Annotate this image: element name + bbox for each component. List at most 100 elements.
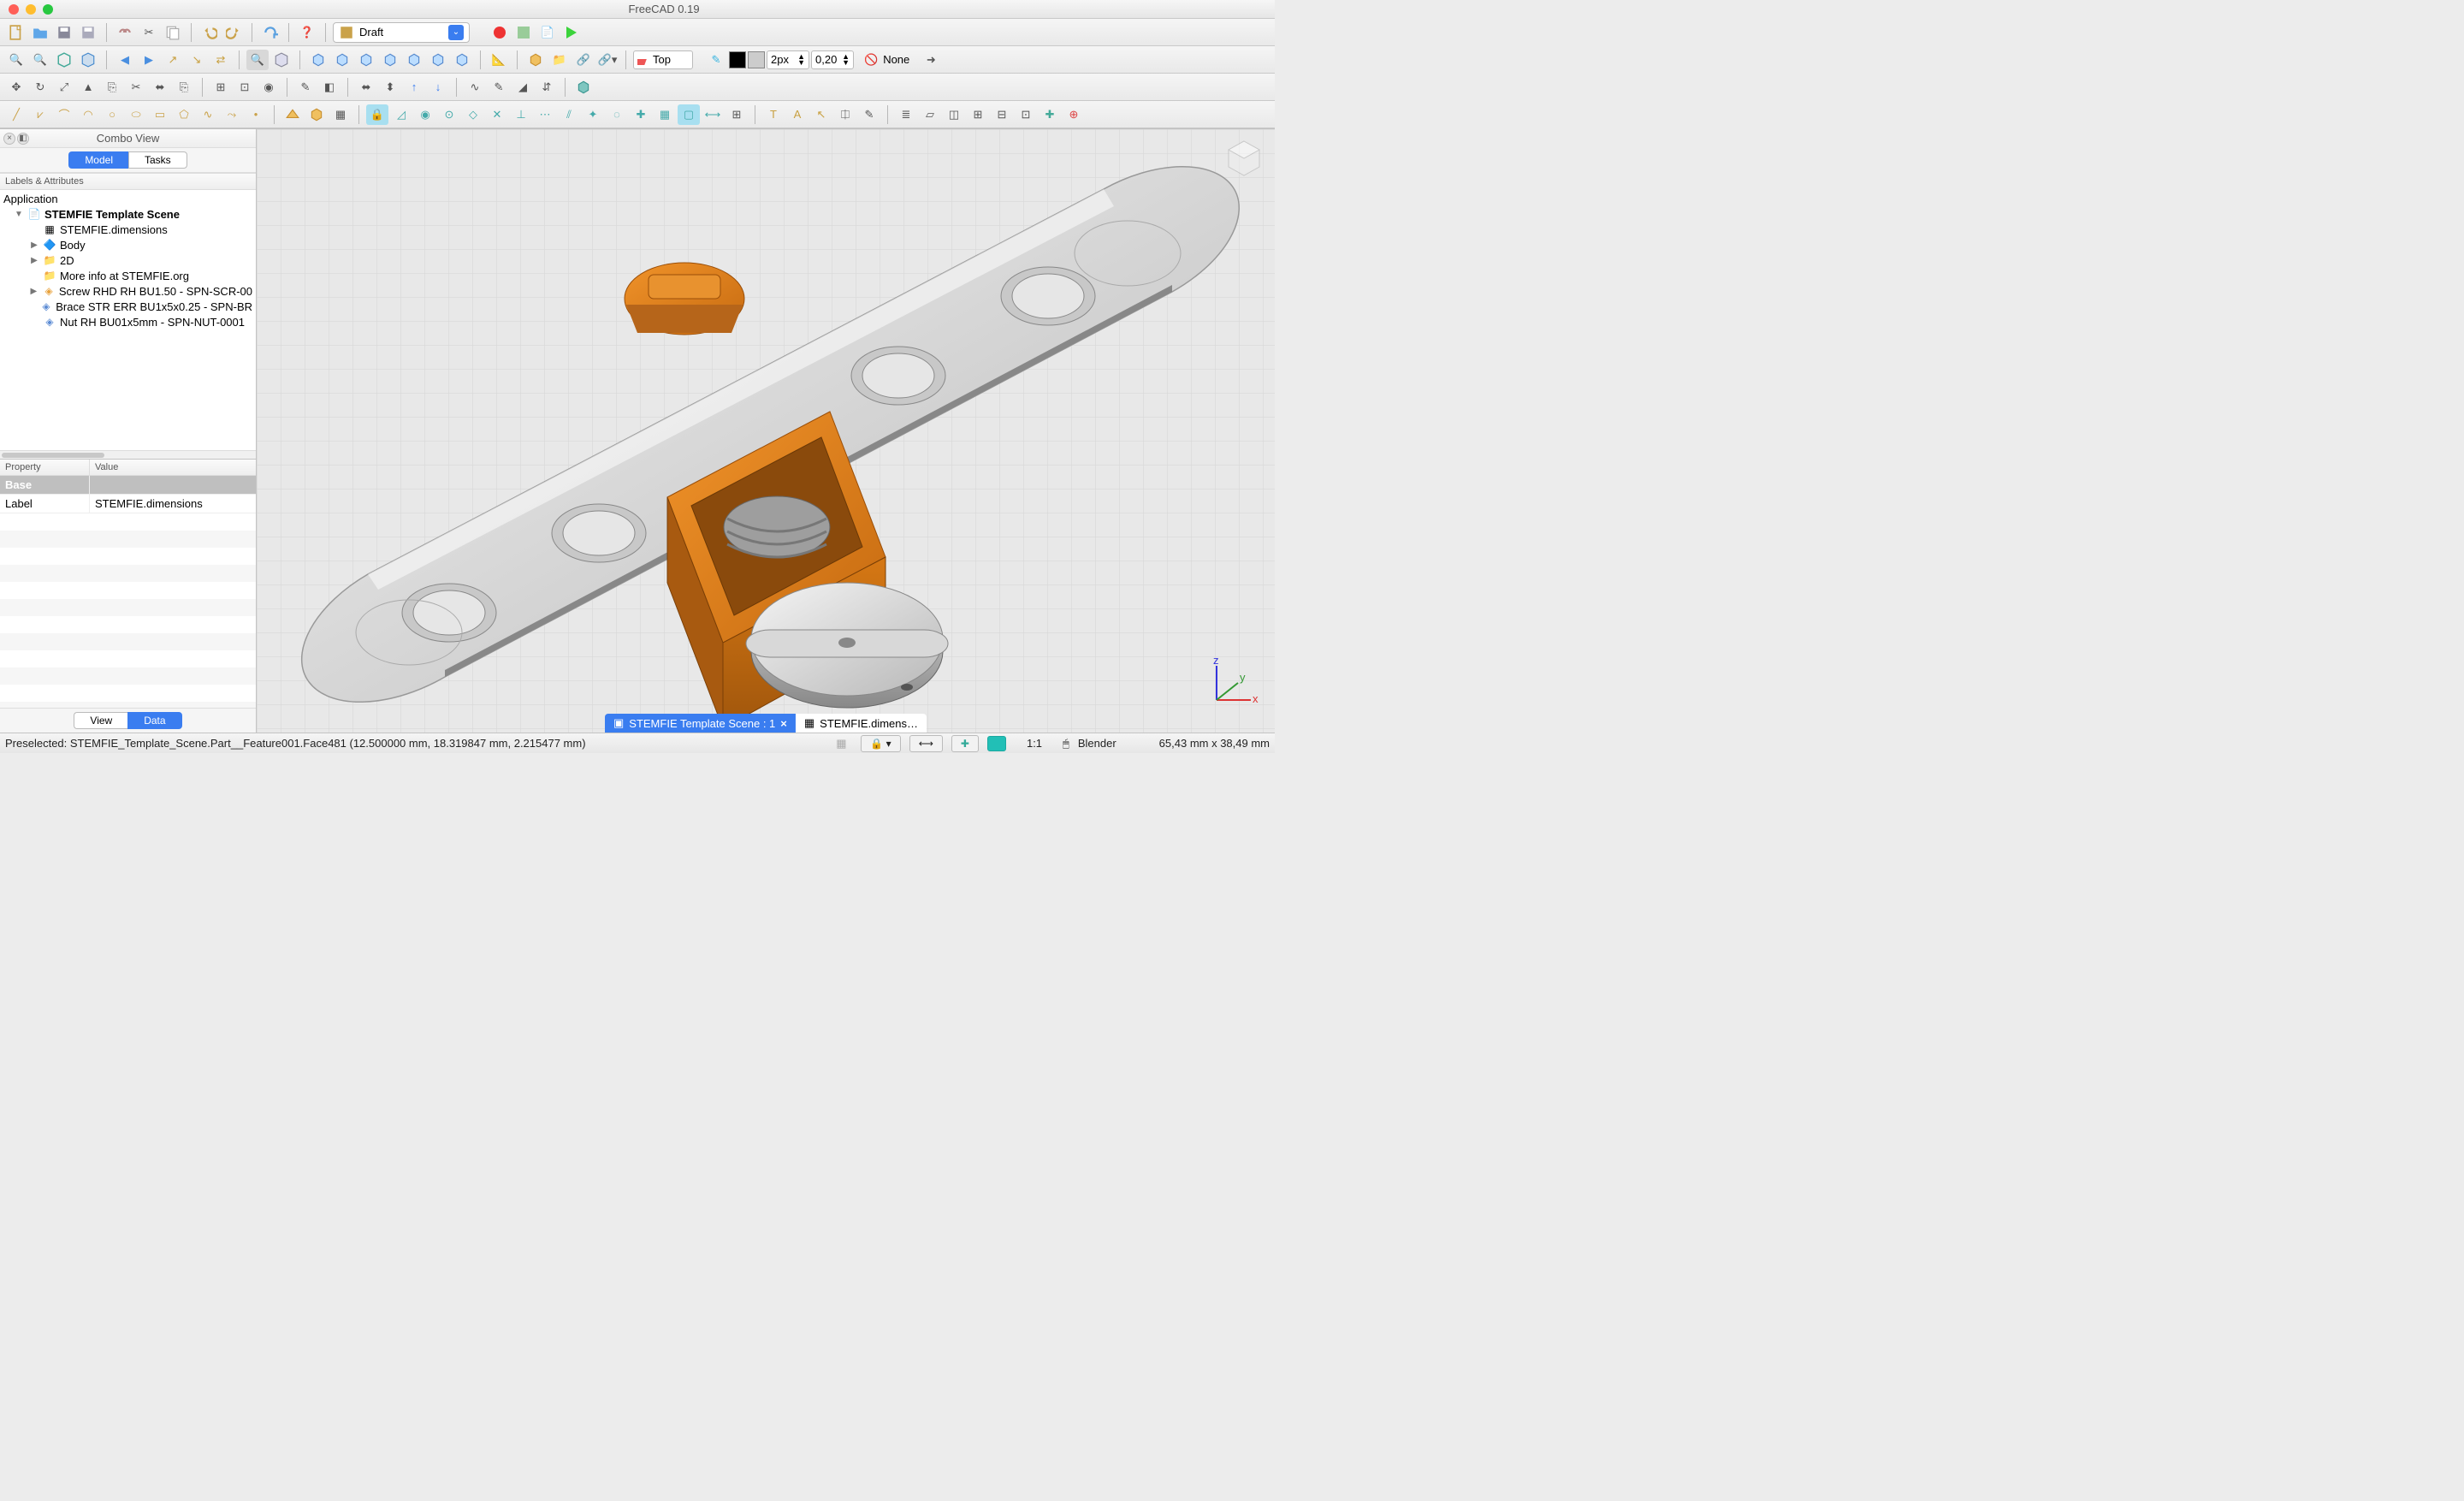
- shapestring-button[interactable]: [305, 104, 328, 125]
- snap-dimensions-button[interactable]: ⟷: [702, 104, 724, 125]
- nav-forward-button[interactable]: ▶: [138, 50, 160, 70]
- copy-button[interactable]: [162, 22, 184, 43]
- view-rear-button[interactable]: [379, 50, 401, 70]
- measure-button[interactable]: 📐: [488, 50, 510, 70]
- fillet-button[interactable]: ⌒: [53, 104, 75, 125]
- snap-lock-status[interactable]: 🔒 ▾: [861, 735, 900, 752]
- link-go-button[interactable]: ↗: [162, 50, 184, 70]
- heal-button[interactable]: ✚: [1039, 104, 1061, 125]
- snap-workingplane-button[interactable]: ▢: [678, 104, 700, 125]
- panel-close-icon[interactable]: ×: [3, 133, 15, 145]
- link-sub-button[interactable]: ↘: [186, 50, 208, 70]
- view-left-button[interactable]: [427, 50, 449, 70]
- cut-button[interactable]: ✂︎: [138, 22, 160, 43]
- link-button[interactable]: [114, 22, 136, 43]
- wire-to-bspline-button[interactable]: ∿: [464, 77, 486, 98]
- open-file-button[interactable]: [29, 22, 51, 43]
- offset-button[interactable]: ⎘: [101, 77, 123, 98]
- construction-toggle[interactable]: ✎: [705, 50, 727, 70]
- array-button[interactable]: ⊞: [210, 77, 232, 98]
- view-cube-button[interactable]: [270, 50, 293, 70]
- hatch-button[interactable]: ▦: [329, 104, 352, 125]
- view-right-button[interactable]: [355, 50, 377, 70]
- ellipse-button[interactable]: ⬭: [125, 104, 147, 125]
- polygon-button[interactable]: ⬠: [173, 104, 195, 125]
- redo-button[interactable]: [222, 22, 245, 43]
- tree-item[interactable]: 📁More info at STEMFIE.org: [0, 268, 256, 283]
- ortho-status[interactable]: ✚: [951, 735, 979, 752]
- link-all-button[interactable]: ⇄: [210, 50, 232, 70]
- dimension-status[interactable]: ⟷: [909, 735, 943, 752]
- nav-back-button[interactable]: ◀: [114, 50, 136, 70]
- tab-data[interactable]: Data: [127, 712, 181, 729]
- annotation-styles-button[interactable]: ⎅: [834, 104, 856, 125]
- view-bottom-button[interactable]: [403, 50, 425, 70]
- model-tree[interactable]: Application ▼📄STEMFIE Template Scene▦STE…: [0, 190, 256, 450]
- stretch-button[interactable]: ⬌: [149, 77, 171, 98]
- dimension-style-button[interactable]: ✎: [858, 104, 880, 125]
- snap-angle-button[interactable]: ◇: [462, 104, 484, 125]
- macro-stop-button[interactable]: [512, 22, 535, 43]
- bspline-button[interactable]: ∿: [197, 104, 219, 125]
- tree-item[interactable]: ◈Brace STR ERR BU1x5x0.25 - SPN-BR: [0, 299, 256, 314]
- snap-intersection-button[interactable]: ✕: [486, 104, 508, 125]
- whats-this-button[interactable]: ❓: [296, 22, 318, 43]
- slope-button[interactable]: ◢: [512, 77, 534, 98]
- group-button[interactable]: 📁: [548, 50, 571, 70]
- view-front-button[interactable]: [307, 50, 329, 70]
- fit-all-button[interactable]: 🔍: [5, 50, 27, 70]
- workbench-selector[interactable]: Draft ⌄: [333, 22, 470, 43]
- clone-button[interactable]: ⎘: [173, 77, 195, 98]
- tab-view[interactable]: View: [74, 712, 127, 729]
- subelement-button[interactable]: ◧: [318, 77, 341, 98]
- grid-toggle-button[interactable]: ▦: [830, 733, 852, 754]
- shape2dview-button[interactable]: [572, 77, 595, 98]
- zoom-ratio[interactable]: 1:1: [1015, 737, 1054, 750]
- part-icon[interactable]: [524, 50, 547, 70]
- snap-near-button[interactable]: ◌: [606, 104, 628, 125]
- tree-item[interactable]: ▼📄STEMFIE Template Scene: [0, 206, 256, 222]
- add-construction-button[interactable]: ⊡: [1015, 104, 1037, 125]
- property-row[interactable]: Label STEMFIE.dimensions: [0, 495, 256, 513]
- isometric-view-button[interactable]: [53, 50, 75, 70]
- snap-endpoint-button[interactable]: ◿: [390, 104, 412, 125]
- maximize-window-button[interactable]: [43, 4, 53, 15]
- edit-button[interactable]: ✎: [294, 77, 317, 98]
- style-button[interactable]: ⊕: [1063, 104, 1085, 125]
- workingplane-status[interactable]: [987, 736, 1006, 751]
- tab-model[interactable]: Model: [68, 151, 128, 169]
- close-tab-button[interactable]: ×: [780, 717, 787, 730]
- rotate-button[interactable]: ↻: [29, 77, 51, 98]
- line-color-swatch[interactable]: [729, 51, 746, 68]
- arc-button[interactable]: ◠: [77, 104, 99, 125]
- face-color-swatch[interactable]: [748, 51, 765, 68]
- document-tab[interactable]: ▦ STEMFIE.dimens…: [796, 714, 927, 733]
- zoom-box-button[interactable]: 🔍: [246, 50, 269, 70]
- tree-item[interactable]: ▶📁2D: [0, 252, 256, 268]
- toggle-grid-button[interactable]: ⊞: [726, 104, 748, 125]
- macro-list-button[interactable]: 📄: [536, 22, 559, 43]
- flip-dimension-button[interactable]: ⇵: [536, 77, 558, 98]
- close-window-button[interactable]: [9, 4, 19, 15]
- tab-tasks[interactable]: Tasks: [128, 151, 187, 169]
- move-button[interactable]: ✥: [5, 77, 27, 98]
- downgrade-button[interactable]: ↓: [427, 77, 449, 98]
- macro-play-button[interactable]: [560, 22, 583, 43]
- save-button[interactable]: [53, 22, 75, 43]
- link-make-button[interactable]: 🔗: [572, 50, 595, 70]
- tree-scrollbar[interactable]: [0, 450, 256, 459]
- select-group-button[interactable]: ⊟: [991, 104, 1013, 125]
- navigation-cube[interactable]: [1220, 136, 1268, 184]
- text-button[interactable]: T: [762, 104, 785, 125]
- link-actions-button[interactable]: 🔗▾: [596, 50, 619, 70]
- document-tab-active[interactable]: ▣ STEMFIE Template Scene : 1 ×: [605, 714, 796, 733]
- add-to-group-button[interactable]: ⊞: [967, 104, 989, 125]
- toggle-display-button[interactable]: ◫: [943, 104, 965, 125]
- axonometric-button[interactable]: [77, 50, 99, 70]
- nav-style[interactable]: Blender: [1078, 737, 1116, 750]
- path-array-button[interactable]: ⊡: [234, 77, 256, 98]
- point-button[interactable]: •: [245, 104, 267, 125]
- undo-button[interactable]: [198, 22, 221, 43]
- snap-lock-button[interactable]: 🔒: [366, 104, 388, 125]
- line-scale-input[interactable]: 0,20▲▼: [811, 50, 854, 69]
